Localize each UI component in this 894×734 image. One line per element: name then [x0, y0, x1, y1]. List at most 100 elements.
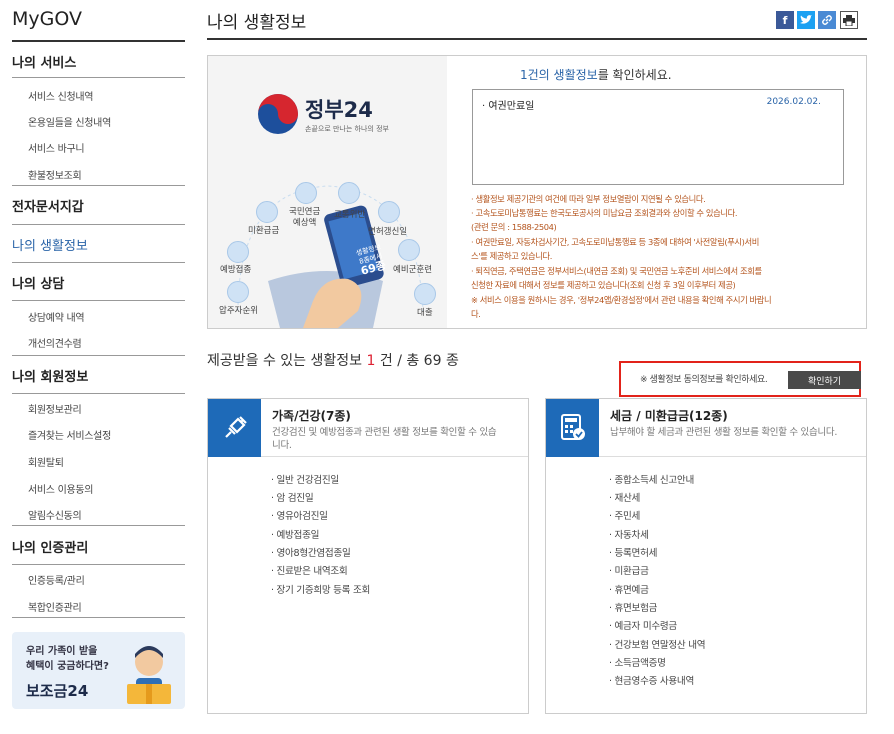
banner-line2: 혜택이 궁금하다면? [26, 661, 109, 672]
card-item[interactable]: · 등록면허세 [609, 545, 657, 559]
sidebar-item-notify-consent[interactable]: 알림수신동의 [28, 507, 82, 522]
sidebar-section-consult[interactable]: 나의 상담 [12, 273, 185, 301]
card-item[interactable]: · 장기 기증희망 등록 조회 [271, 582, 370, 596]
notice-line: 신청한 자료에 대해서 정보를 제공하고 있습니다(조회 신청 후 3일 이후부… [471, 280, 736, 290]
card-item[interactable]: · 자동차세 [609, 527, 649, 541]
card-desc: 납부해야 할 세금과 관련된 생활 정보를 확인할 수 있습니다. [610, 427, 838, 438]
bubble-label: 압주자순위 [219, 306, 259, 316]
card-title: 가족/건강(7종) [272, 409, 351, 423]
sidebar-item-refund[interactable]: 환불정보조회 [28, 167, 82, 182]
character-icon [127, 646, 171, 704]
card-item[interactable]: · 예금자 미수령금 [609, 618, 677, 632]
bubble-label: 교통위반 [334, 210, 366, 220]
house-icon [227, 281, 249, 303]
card-item[interactable]: · 예방접종일 [271, 527, 319, 541]
bubble-label: 면허갱신일 [368, 227, 408, 237]
consent-message: ※ 생활정보 동의정보를 확인하세요. [640, 375, 768, 385]
subsidy-banner[interactable]: 우리 가족이 받을혜택이 궁금하다면? 보조금24 [12, 632, 185, 709]
count-link[interactable]: 1건의 생활정보 [520, 68, 598, 82]
divider [12, 355, 185, 356]
sidebar-item-multi-auth[interactable]: 복합인증관리 [28, 599, 82, 614]
card-item[interactable]: · 휴면보험금 [609, 600, 657, 614]
available-heading: 제공받을 수 있는 생활정보 1 건 / 총 69 종 [207, 353, 459, 369]
notice-line: · 생활정보 제공기관의 여건에 따라 일부 정보열람이 지연될 수 있습니다. [471, 194, 706, 204]
pension-icon [295, 182, 317, 204]
bubble-label: 예비군훈련 [393, 265, 433, 275]
gov24-logo-icon [258, 94, 298, 134]
notice-line: ※ 서비스 이용을 원하시는 경우, '정부24앱/환경설정'에서 관련 내용을… [471, 295, 772, 305]
divider [12, 525, 185, 526]
title-divider [207, 38, 867, 40]
sidebar-item-favorites[interactable]: 즐겨찾는 서비스설정 [28, 427, 111, 442]
banner-line1: 우리 가족이 받을 [26, 646, 98, 657]
syringe-icon [208, 399, 261, 457]
card-family-health: 가족/건강(7종) 건강검진 및 예방접종과 관련된 생활 정보를 확인할 수 … [207, 398, 529, 714]
vaccine-icon [227, 241, 249, 263]
card-item[interactable]: · 영아8형간염접종일 [271, 545, 351, 559]
card-item[interactable]: · 재산세 [609, 490, 640, 504]
card-item[interactable]: · 미환급금 [609, 563, 649, 577]
sidebar-section-wallet[interactable]: 전자문서지갑 [12, 196, 185, 225]
notice-line: 다. [471, 309, 481, 319]
divider [12, 617, 185, 618]
card-item[interactable]: · 현금영수증 사용내역 [609, 673, 694, 687]
notice-line: 스'를 제공하고 있습니다. [471, 251, 552, 261]
gov24-tagline: 손끝으로 만나는 하나의 정부 [305, 125, 389, 133]
sidebar-section-life-info[interactable]: 나의 생활정보 [12, 235, 185, 263]
list-item[interactable]: · 여권만료일 [482, 97, 534, 112]
sidebar-section-my-service[interactable]: 나의 서비스 [12, 52, 185, 78]
bubble-label: 미환급금 [248, 226, 280, 236]
sidebar-item-withdraw[interactable]: 회원탈퇴 [28, 454, 64, 469]
consent-confirm-button[interactable]: 확인하기 [788, 371, 861, 389]
gov24-logo-text: 정부24 [305, 98, 373, 122]
sidebar-title[interactable]: MyGOV [12, 8, 82, 30]
notice-line: · 퇴직연금, 주택연금은 정부서비스(내연금 조회) 및 국민연금 노후준비 … [471, 266, 762, 276]
facebook-share-icon[interactable]: f [776, 11, 794, 29]
sidebar-item-service-history[interactable]: 서비스 신청내역 [28, 88, 93, 103]
card-header[interactable]: 세금 / 미환급금(12종) 납부해야 할 세금과 관련된 생활 정보를 확인할… [546, 399, 866, 457]
sidebar-item-auth-register[interactable]: 인증등록/관리 [28, 572, 85, 587]
list-item-date: 2026.02.02. [766, 97, 821, 107]
sidebar-item-feedback[interactable]: 개선의견수렴 [28, 335, 82, 350]
bubble-label: 대출 [417, 308, 433, 318]
license-icon [378, 201, 400, 223]
banner-brand: 보조금24 [26, 682, 89, 700]
life-info-list: · 여권만료일 2026.02.02. [472, 89, 844, 185]
notice-line: · 고속도로미납통행료는 한국도로공사의 미납요금 조회결과와 상이할 수 있습… [471, 208, 738, 218]
loan-icon [414, 283, 436, 305]
print-icon[interactable] [840, 11, 858, 29]
sidebar-section-member[interactable]: 나의 회원정보 [12, 366, 185, 394]
calculator-icon [546, 399, 599, 457]
twitter-share-icon[interactable] [797, 11, 815, 29]
divider [12, 185, 185, 186]
sidebar-section-auth[interactable]: 나의 인증관리 [12, 537, 185, 565]
refund-icon [256, 201, 278, 223]
bubble-label: 예방접종 [220, 265, 252, 275]
card-title: 세금 / 미환급금(12종) [610, 409, 728, 423]
card-item[interactable]: · 일반 건강검진일 [271, 472, 339, 486]
card-item[interactable]: · 소득금액증명 [609, 655, 666, 669]
life-info-count: 1건의 생활정보를 확인하세요. [520, 68, 672, 82]
sidebar-item-consult-booking[interactable]: 상담예약 내역 [28, 309, 85, 324]
sidebar-item-service-consent[interactable]: 서비스 이용동의 [28, 481, 93, 496]
card-item[interactable]: · 휴면예금 [609, 582, 649, 596]
card-item[interactable]: · 주민세 [609, 508, 640, 522]
bubble-label: 국민연금 예상액 [289, 207, 321, 228]
reserve-icon [398, 239, 420, 261]
sidebar-item-request-history[interactable]: 온용일들을 신청내역 [28, 114, 111, 129]
notice-line: (관련 문의 : 1588-2504) [471, 222, 557, 232]
card-header[interactable]: 가족/건강(7종) 건강검진 및 예방접종과 관련된 생활 정보를 확인할 수 … [208, 399, 528, 457]
card-item[interactable]: · 건강보험 연말정산 내역 [609, 637, 706, 651]
card-item[interactable]: · 암 검진일 [271, 490, 314, 504]
sidebar-divider [12, 40, 185, 42]
page-title: 나의 생활정보 [207, 13, 307, 33]
card-desc: 건강검진 및 예방접종과 관련된 생활 정보를 확인할 수 있습 니다. [272, 427, 497, 451]
card-item[interactable]: · 종합소득세 신고안내 [609, 472, 694, 486]
card-item[interactable]: · 영유아검진일 [271, 508, 328, 522]
card-tax-refund: 세금 / 미환급금(12종) 납부해야 할 세금과 관련된 생활 정보를 확인할… [545, 398, 867, 714]
sidebar-item-service-basket[interactable]: 서비스 바구니 [28, 140, 85, 155]
sidebar-item-member-manage[interactable]: 회원정보관리 [28, 401, 82, 416]
link-share-icon[interactable] [818, 11, 836, 29]
card-item[interactable]: · 진료받은 내역조회 [271, 563, 348, 577]
notice-line: · 여권만료일, 자동차검사기간, 고속도로미납통행료 등 3종에 대하여 '사… [471, 237, 759, 247]
